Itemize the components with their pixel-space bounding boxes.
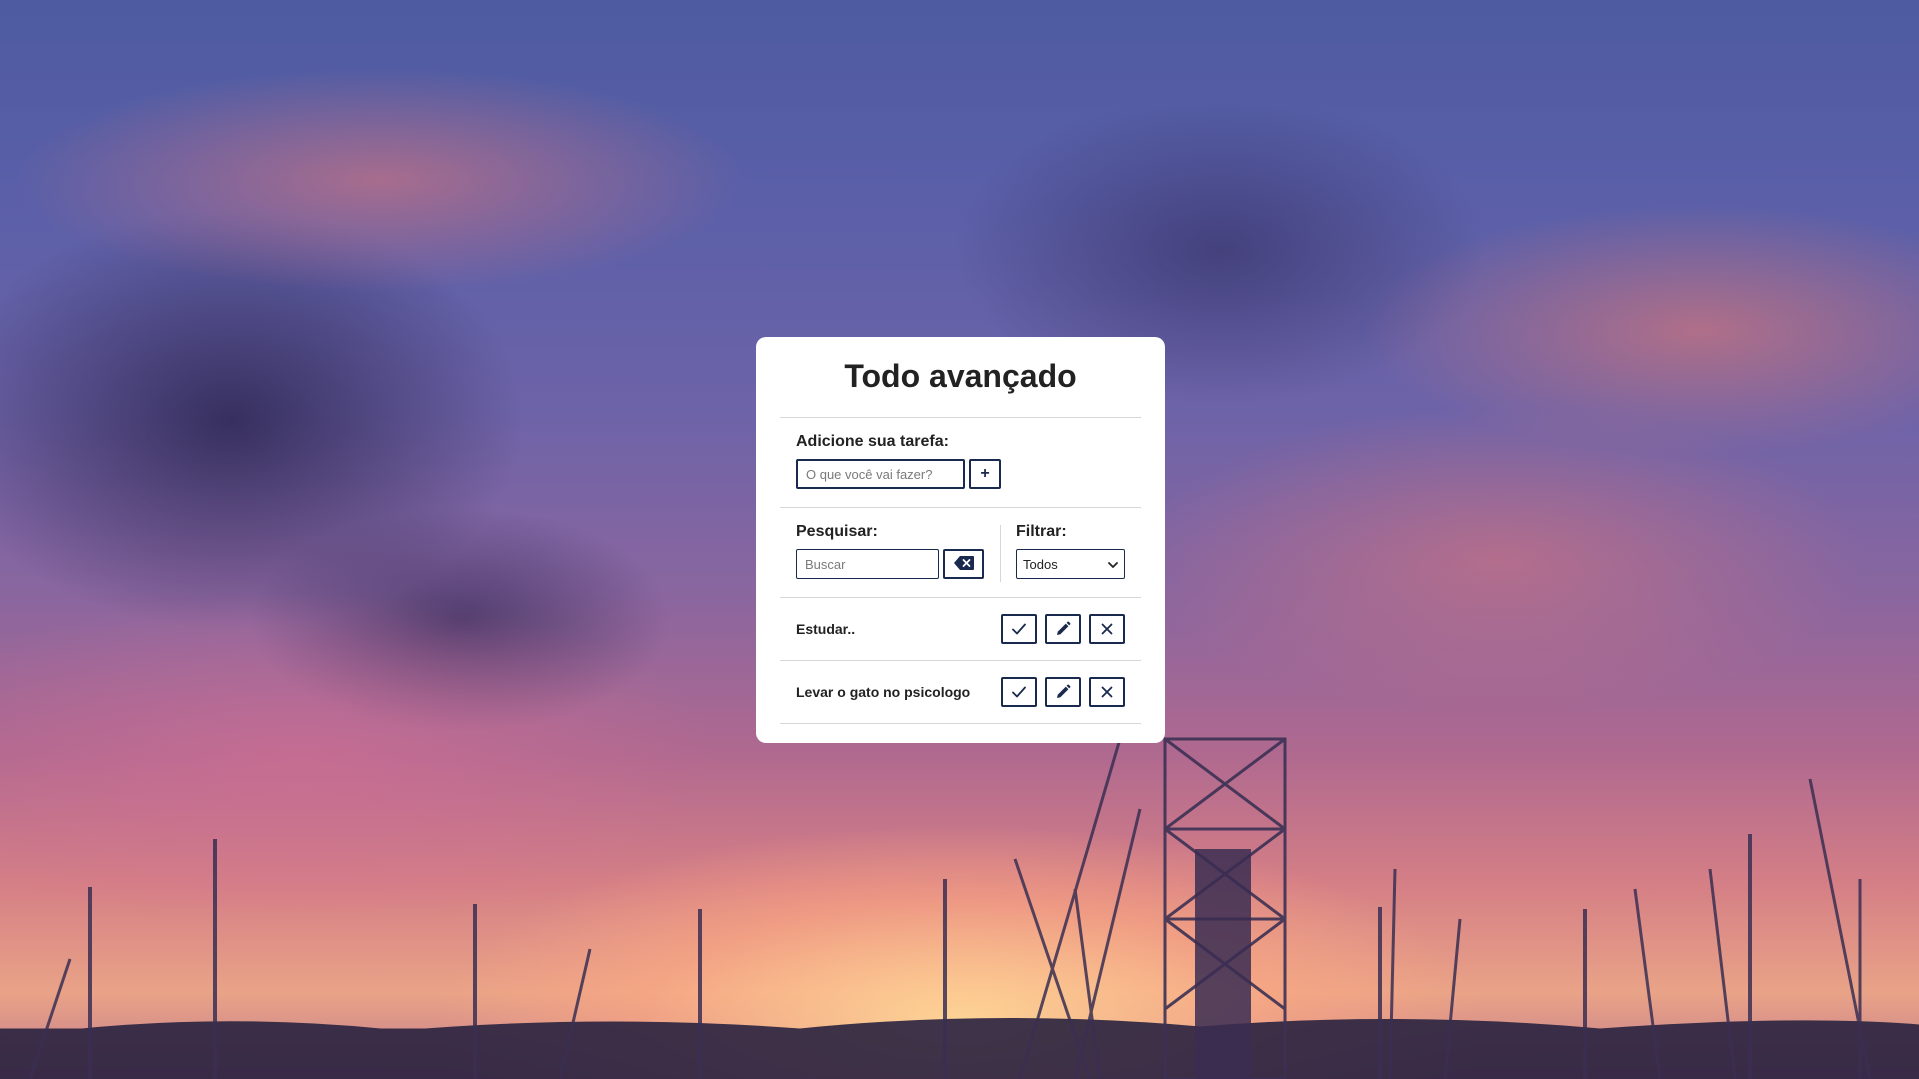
erase-search-button[interactable] <box>943 549 984 579</box>
close-icon <box>1101 686 1113 698</box>
todo-input[interactable] <box>796 459 965 489</box>
chevron-down-icon <box>1108 557 1118 572</box>
pencil-icon <box>1055 621 1071 637</box>
page-title: Todo avançado <box>844 358 1077 394</box>
search-input[interactable] <box>796 549 939 579</box>
todo-actions <box>993 614 1125 644</box>
remove-todo-button[interactable] <box>1089 614 1125 644</box>
check-icon <box>1012 686 1026 698</box>
finish-todo-button[interactable] <box>1001 614 1037 644</box>
todo-item: Levar o gato no psicologo <box>780 661 1141 723</box>
edit-todo-button[interactable] <box>1045 677 1081 707</box>
filter-selected-value: Todos <box>1023 556 1058 572</box>
finish-todo-button[interactable] <box>1001 677 1037 707</box>
close-icon <box>1101 623 1113 635</box>
toolbar: Pesquisar: Filtrar: Todos <box>780 508 1141 597</box>
todo-text: Estudar.. <box>796 621 856 637</box>
filter-block: Filtrar: Todos <box>1001 523 1125 597</box>
pencil-icon <box>1055 684 1071 700</box>
edit-todo-button[interactable] <box>1045 614 1081 644</box>
check-icon <box>1012 623 1026 635</box>
todo-item: Estudar.. <box>780 598 1141 660</box>
filter-label: Filtrar: <box>1016 523 1067 540</box>
todo-card: Todo avançado Adicione sua tarefa: + Pes… <box>756 337 1165 743</box>
add-todo-label: Adicione sua tarefa: <box>796 433 949 450</box>
todo-actions <box>993 677 1125 707</box>
divider <box>780 723 1141 724</box>
remove-todo-button[interactable] <box>1089 677 1125 707</box>
add-todo-button[interactable]: + <box>969 459 1001 489</box>
filter-select[interactable]: Todos <box>1016 549 1125 579</box>
search-block: Pesquisar: <box>796 523 1000 597</box>
add-todo-form: Adicione sua tarefa: + <box>780 418 1141 507</box>
todo-text: Levar o gato no psicologo <box>796 684 971 700</box>
backspace-icon <box>953 555 974 573</box>
search-label: Pesquisar: <box>796 523 878 540</box>
